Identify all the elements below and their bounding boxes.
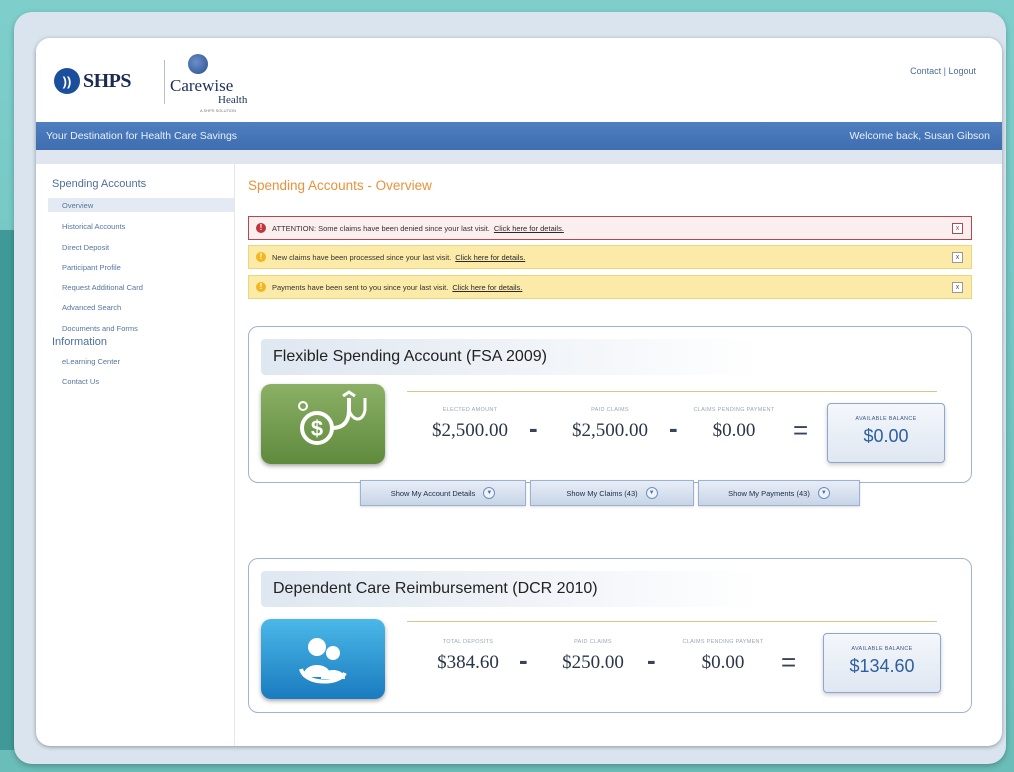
header: )) SHPS Carewise Health A SHPS SOLUTION … (36, 38, 1002, 122)
button-label: Show My Account Details (390, 488, 476, 498)
show-account-details-button[interactable]: Show My Account Details ▼ (360, 480, 526, 506)
nav-banner: Your Destination for Health Care Savings… (36, 122, 1002, 150)
balance-value: $0.00 (863, 426, 909, 446)
metric-paid-claims: PAID CLAIMS $250.00 (541, 639, 645, 674)
metric-label: CLAIMS PENDING PAYMENT (693, 407, 775, 413)
metric-elected-amount: ELECTED AMOUNT $2,500.00 (409, 407, 531, 442)
card-divider (407, 391, 937, 392)
alert-denied-claims: ! ATTENTION: Some claims have been denie… (248, 216, 972, 240)
sidebar-item-contact-us[interactable]: Contact Us (62, 377, 99, 386)
metric-total-deposits: TOTAL DEPOSITS $384.60 (413, 639, 523, 674)
alert-details-link[interactable]: Click here for details. (494, 224, 564, 233)
close-icon[interactable]: x (952, 252, 963, 263)
logo-divider (164, 60, 165, 104)
welcome-message: Welcome back, Susan Gibson (849, 130, 990, 142)
sidebar-heading-spending[interactable]: Spending Accounts (52, 178, 146, 190)
minus-operator: - (669, 413, 678, 443)
metric-label: CLAIMS PENDING PAYMENT (682, 639, 764, 645)
equals-operator: = (793, 415, 809, 445)
sidebar-heading-information[interactable]: Information (52, 336, 107, 348)
svg-text:$: $ (311, 416, 323, 441)
dcr-account-card: Dependent Care Reimbursement (DCR 2010) … (248, 558, 972, 713)
metric-paid-claims: PAID CLAIMS $2,500.00 (551, 407, 669, 442)
close-icon[interactable]: x (952, 282, 963, 293)
alert-text: New claims have been processed since you… (272, 252, 452, 262)
metric-value: $0.00 (712, 420, 756, 441)
info-icon: ! (256, 252, 266, 262)
sidebar-item-request-card[interactable]: Request Additional Card (62, 283, 143, 292)
alert-processed-claims: ! New claims have been processed since y… (248, 245, 972, 269)
equals-operator: = (781, 647, 797, 677)
carewise-logo: Carewise Health A SHPS SOLUTION (170, 54, 260, 114)
shps-logo-text: SHPS (83, 69, 132, 92)
carewise-subtitle: A SHPS SOLUTION (200, 108, 237, 113)
shps-logo: )) SHPS (54, 68, 132, 94)
tagline: Your Destination for Health Care Savings (46, 130, 238, 142)
show-my-claims-button[interactable]: Show My Claims (43) ▼ (530, 480, 694, 506)
minus-operator: - (519, 645, 528, 675)
metric-claims-pending: CLAIMS PENDING PAYMENT $0.00 (677, 639, 769, 674)
error-icon: ! (256, 223, 266, 233)
dollar-stethoscope-icon: $ (261, 384, 385, 464)
minus-operator: - (529, 413, 538, 443)
sidebar-item-elearning[interactable]: eLearning Center (62, 357, 120, 366)
sidebar-item-participant-profile[interactable]: Participant Profile (62, 263, 121, 272)
metric-label: TOTAL DEPOSITS (442, 639, 494, 645)
info-icon: ! (256, 282, 266, 292)
contact-link[interactable]: Contact (910, 66, 941, 76)
sidebar-item-advanced-search[interactable]: Advanced Search (62, 303, 121, 312)
metric-value: $0.00 (701, 652, 745, 673)
sidebar-item-historical-accounts[interactable]: Historical Accounts (62, 222, 125, 231)
metric-label: ELECTED AMOUNT (442, 407, 498, 413)
page-title: Spending Accounts - Overview (248, 178, 432, 193)
app-window: )) SHPS Carewise Health A SHPS SOLUTION … (36, 38, 1002, 746)
sub-banner (36, 150, 1002, 164)
metric-value: $2,500.00 (432, 420, 508, 441)
alert-text: Payments have been sent to you since you… (272, 282, 449, 292)
metric-value: $384.60 (437, 652, 499, 673)
card-divider (407, 621, 937, 622)
close-icon[interactable]: x (952, 223, 963, 234)
available-balance: AVAILABLE BALANCE $134.60 (823, 633, 941, 693)
family-icon (261, 619, 385, 699)
balance-label: AVAILABLE BALANCE (855, 416, 917, 422)
top-links: Contact | Logout (910, 66, 976, 76)
sidebar-item-documents-forms[interactable]: Documents and Forms (62, 324, 138, 333)
alert-text: ATTENTION: Some claims have been denied … (272, 223, 490, 233)
alert-details-link[interactable]: Click here for details. (455, 253, 525, 262)
metric-value: $2,500.00 (572, 420, 648, 441)
sidebar: Spending Accounts Overview Historical Ac… (36, 164, 235, 746)
balance-label: AVAILABLE BALANCE (851, 646, 913, 652)
chevron-down-icon: ▼ (645, 487, 658, 499)
card-title: Dependent Care Reimbursement (DCR 2010) (261, 571, 761, 607)
metric-label: PAID CLAIMS (591, 407, 629, 413)
carewise-health: Health (218, 94, 248, 106)
chevron-down-icon: ▼ (483, 487, 496, 499)
available-balance: AVAILABLE BALANCE $0.00 (827, 403, 945, 463)
minus-operator: - (647, 645, 656, 675)
metric-label: PAID CLAIMS (574, 639, 612, 645)
show-my-payments-button[interactable]: Show My Payments (43) ▼ (698, 480, 860, 506)
alert-details-link[interactable]: Click here for details. (452, 283, 522, 292)
metric-value: $250.00 (562, 652, 624, 673)
sidebar-item-overview[interactable]: Overview (62, 201, 93, 210)
button-label: Show My Claims (43) (566, 488, 638, 498)
metric-claims-pending: CLAIMS PENDING PAYMENT $0.00 (689, 407, 779, 442)
button-label: Show My Payments (43) (728, 488, 810, 498)
balance-value: $134.60 (849, 656, 915, 676)
alert-payments-sent: ! Payments have been sent to you since y… (248, 275, 972, 299)
sidebar-item-direct-deposit[interactable]: Direct Deposit (62, 243, 109, 252)
chevron-down-icon: ▼ (817, 487, 830, 499)
fsa-account-card: Flexible Spending Account (FSA 2009) $ E… (248, 326, 972, 483)
carewise-name: Carewise (170, 76, 234, 95)
card-title: Flexible Spending Account (FSA 2009) (261, 339, 761, 375)
logout-link[interactable]: Logout (948, 66, 976, 76)
shps-logo-icon: )) (54, 68, 80, 94)
globe-icon (188, 54, 208, 74)
